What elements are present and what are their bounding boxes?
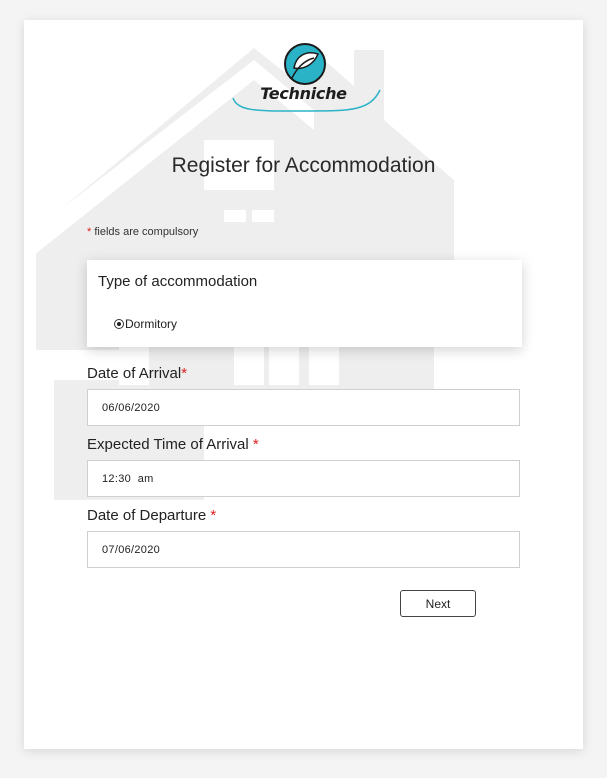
- logo-wordmark: Techniche: [260, 84, 347, 103]
- required-asterisk: *: [181, 365, 188, 382]
- required-asterisk: *: [210, 507, 217, 524]
- departure-date-label-text: Date of Departure: [87, 507, 207, 524]
- arrival-date-input[interactable]: 06/06/2020: [87, 389, 520, 426]
- radio-option-label: Dormitory: [125, 317, 178, 331]
- arrival-time-input[interactable]: 12:30 am: [87, 460, 520, 497]
- arrival-date-label-text: Date of Arrival: [87, 365, 182, 382]
- accommodation-type-panel: Type of accommodation Dormitory: [87, 260, 522, 347]
- accommodation-type-heading: Type of accommodation: [98, 273, 258, 290]
- arrival-time-label-text: Expected Time of Arrival: [87, 436, 249, 453]
- radio-button-icon[interactable]: [114, 319, 124, 329]
- logo-mark: [232, 43, 381, 112]
- compulsory-note: * fields are compulsory: [87, 226, 198, 238]
- registration-card: Techniche Register for Accommodation * f…: [24, 20, 583, 749]
- next-button[interactable]: Next: [400, 590, 476, 617]
- required-asterisk: *: [252, 436, 259, 453]
- house-watermark: [34, 48, 454, 500]
- compulsory-note-text: fields are compulsory: [94, 226, 199, 238]
- page-title: Register for Accommodation: [171, 154, 436, 177]
- logo: Techniche: [24, 20, 583, 120]
- arrival-time-label: Expected Time of Arrival *: [87, 436, 259, 453]
- radio-option-dormitory[interactable]: Dormitory: [114, 317, 177, 331]
- departure-date-label: Date of Departure *: [87, 507, 216, 524]
- departure-date-input[interactable]: 07/06/2020: [87, 531, 520, 568]
- arrival-date-label: Date of Arrival*: [87, 365, 187, 382]
- required-asterisk: *: [87, 226, 92, 238]
